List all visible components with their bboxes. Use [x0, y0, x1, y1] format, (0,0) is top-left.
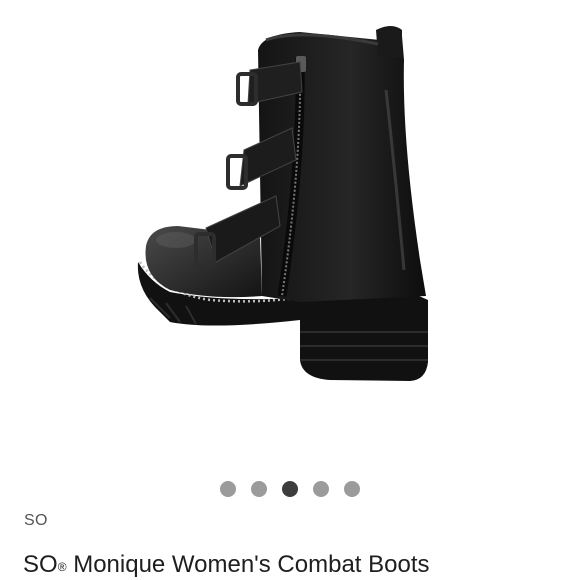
boot-illustration: [137, 26, 428, 381]
carousel-dots: [0, 481, 580, 497]
product-page: SO SO® Monique Women's Combat Boots: [0, 0, 580, 580]
carousel-dot[interactable]: [220, 481, 236, 497]
carousel-dot[interactable]: [313, 481, 329, 497]
registered-mark: ®: [57, 560, 67, 574]
title-brand: SO: [23, 551, 58, 578]
carousel-dot[interactable]: [344, 481, 360, 497]
product-image[interactable]: [0, 0, 580, 470]
carousel-dot[interactable]: [251, 481, 267, 497]
product-title: SO® Monique Women's Combat Boots: [23, 550, 430, 580]
title-name: Monique Women's Combat Boots: [66, 551, 430, 578]
carousel-dot-active[interactable]: [282, 481, 298, 497]
brand-label[interactable]: SO: [24, 512, 48, 530]
